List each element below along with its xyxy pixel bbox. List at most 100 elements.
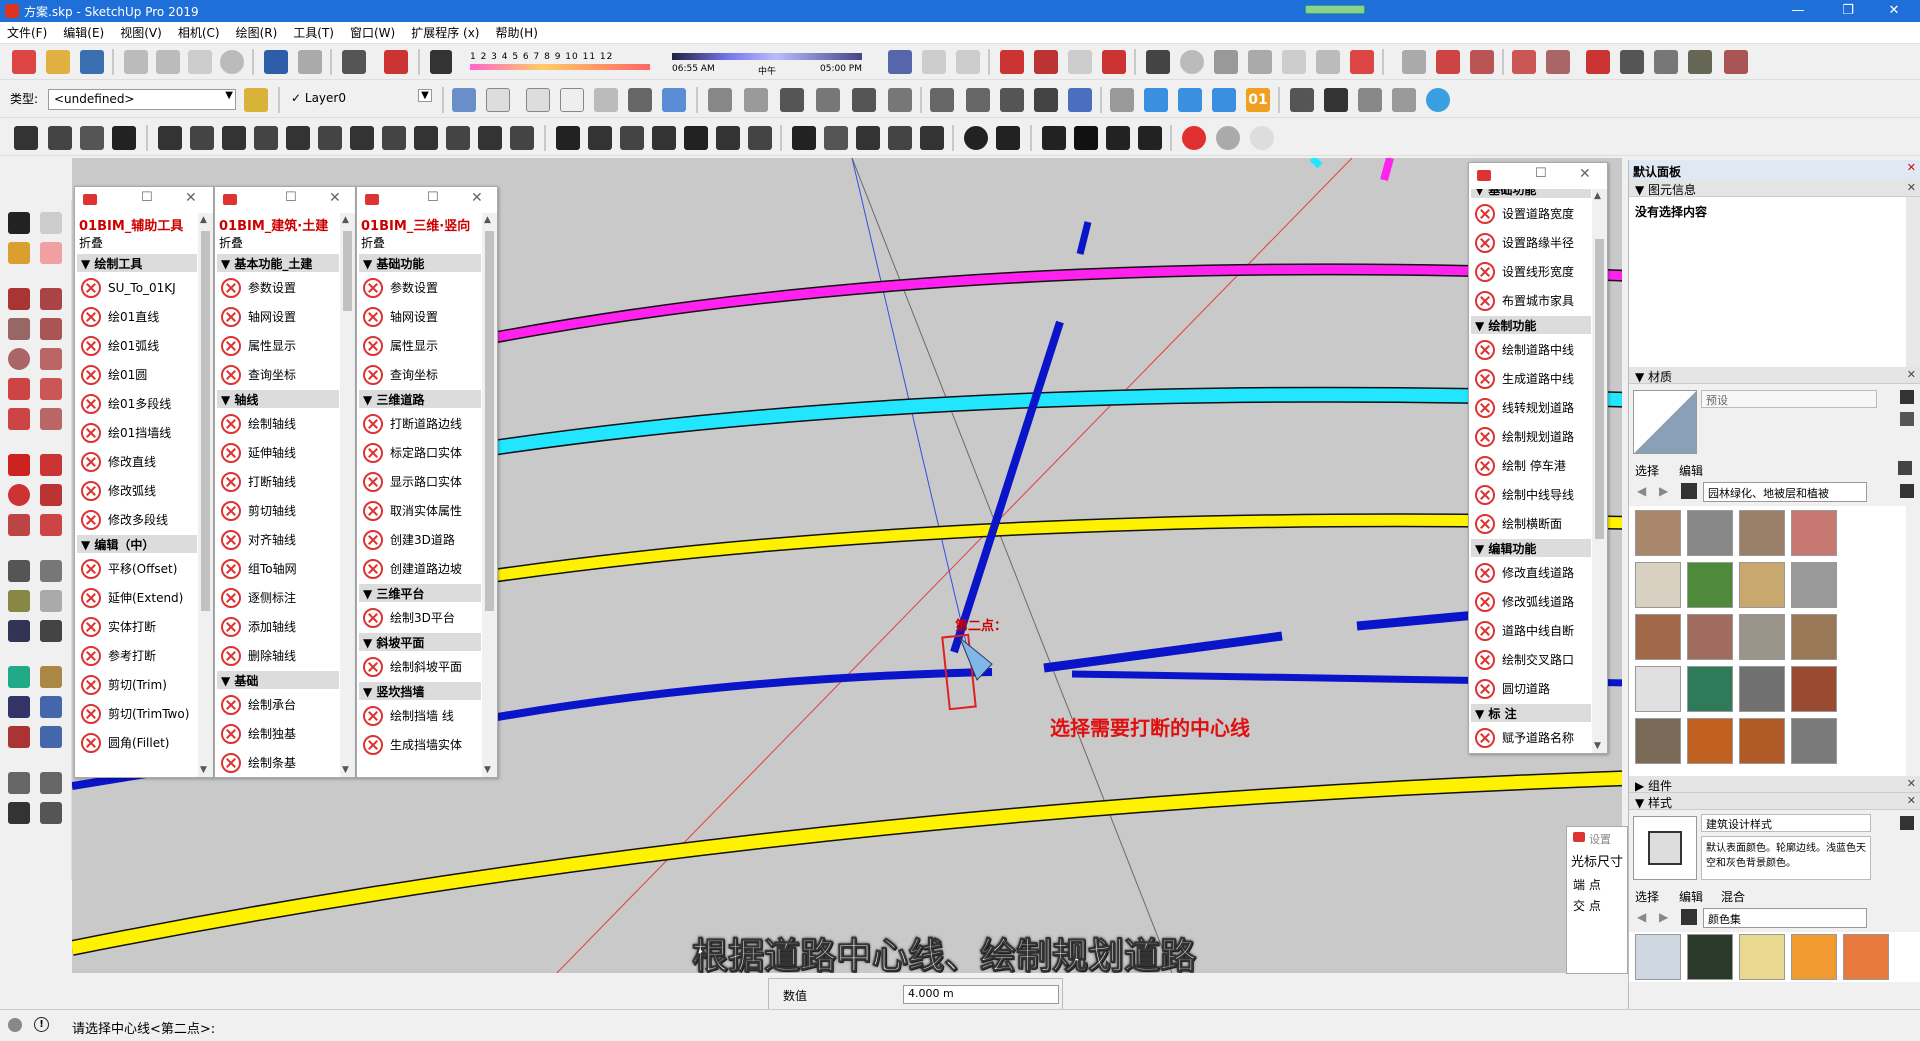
tool-button[interactable]: 参数设置 [215, 273, 355, 302]
extension-warehouse-icon[interactable] [1034, 50, 1058, 74]
section-plane-icon[interactable] [930, 88, 954, 112]
freehand-icon[interactable] [40, 288, 62, 310]
entity-info-close[interactable]: ✕ [1907, 181, 1916, 194]
section-header[interactable]: ▼ 轴线 [217, 390, 339, 408]
material-item[interactable] [1791, 718, 1837, 764]
tab-edit[interactable]: 编辑 [1679, 462, 1703, 479]
pushpull-icon[interactable] [40, 454, 62, 476]
sphere-icon[interactable] [964, 126, 988, 150]
tool-button[interactable]: 查询坐标 [357, 360, 497, 389]
axes-tool-icon[interactable] [8, 620, 30, 642]
cloud-icon[interactable] [1358, 88, 1382, 112]
front-view-icon[interactable] [780, 88, 804, 112]
erase-icon[interactable] [220, 50, 244, 74]
xray-icon[interactable] [452, 88, 476, 112]
sandbox-icon[interactable] [1248, 50, 1272, 74]
monochrome-icon[interactable] [662, 88, 686, 112]
tool-button[interactable]: 设置路缘半径 [1469, 228, 1607, 257]
styles-close[interactable]: ✕ [1907, 794, 1916, 807]
section-header[interactable]: ▼ 基本功能_土建 [217, 254, 339, 272]
delete-icon[interactable] [1350, 50, 1374, 74]
shaded-textures-icon[interactable] [628, 88, 652, 112]
material-action-icon[interactable] [1900, 390, 1914, 404]
material-item[interactable] [1687, 718, 1733, 764]
panel-scrollbar[interactable]: ▲ ▼ [482, 213, 497, 777]
spiral-icon[interactable] [652, 126, 676, 150]
tool-button[interactable]: 延伸轴线 [215, 438, 355, 467]
offset-tool-icon[interactable] [158, 126, 182, 150]
style-back-icon[interactable]: ◀ [1637, 910, 1646, 924]
bar-tool-icon[interactable] [382, 126, 406, 150]
tool-button[interactable]: 取消实体属性 [357, 496, 497, 525]
send-icon[interactable] [1282, 50, 1306, 74]
mirror-icon[interactable] [792, 126, 816, 150]
chain-tool-icon[interactable] [350, 126, 374, 150]
material-item[interactable] [1635, 666, 1681, 712]
menu-window[interactable]: 窗口(W) [350, 24, 395, 41]
style-item[interactable] [1687, 934, 1733, 980]
eraser-icon[interactable] [40, 242, 62, 264]
plugin-e-icon[interactable] [1586, 50, 1610, 74]
tool-button[interactable]: 绘01弧线 [75, 331, 213, 360]
tool-button[interactable]: SU_To_01KJ [75, 273, 213, 302]
tool-button[interactable]: 线转规划道路 [1469, 393, 1607, 422]
hidden-line-icon[interactable] [560, 88, 584, 112]
back-view-icon[interactable] [852, 88, 876, 112]
polygon-icon[interactable] [40, 348, 62, 370]
tool-button[interactable]: 逐侧标注 [215, 583, 355, 612]
style-collection-dropdown[interactable]: 颜色集 [1703, 908, 1867, 928]
checkbox-icon[interactable] [1074, 126, 1098, 150]
tool-button[interactable]: 修改直线道路 [1469, 558, 1607, 587]
road-arc-icon[interactable] [556, 126, 580, 150]
tool-button[interactable]: 显示路口实体 [357, 467, 497, 496]
material-item[interactable] [1635, 718, 1681, 764]
maximize-button[interactable]: ❐ [1826, 0, 1870, 22]
circle-icon[interactable] [8, 348, 30, 370]
slope-icon[interactable] [80, 126, 104, 150]
tool-button[interactable]: 绘01多段线 [75, 389, 213, 418]
plugin-b-icon[interactable] [1470, 50, 1494, 74]
dimension-icon[interactable] [40, 560, 62, 582]
tape-icon[interactable] [8, 560, 30, 582]
menu-extensions[interactable]: 扩展程序 (x) [411, 24, 479, 41]
orbit-tool-icon[interactable] [8, 666, 30, 688]
tool-button[interactable]: 修改多段线 [75, 505, 213, 534]
tag-icon[interactable] [922, 50, 946, 74]
split-tool-icon[interactable] [510, 126, 534, 150]
move-icon[interactable] [8, 454, 30, 476]
tool-button[interactable]: 圆角(Fillet) [75, 728, 213, 757]
menu-edit[interactable]: 编辑(E) [63, 24, 104, 41]
zoom-icon[interactable] [8, 696, 30, 718]
section-header[interactable]: ▼ 基础功能 [359, 254, 481, 272]
material-item[interactable] [1687, 614, 1733, 660]
tool-button[interactable]: 绘01圆 [75, 360, 213, 389]
material-scrollbar[interactable] [1906, 506, 1920, 776]
array-icon[interactable] [824, 126, 848, 150]
offset-icon[interactable] [40, 514, 62, 536]
plugin-d-icon[interactable] [1546, 50, 1570, 74]
solid-union-icon[interactable] [1178, 88, 1202, 112]
menu-draw[interactable]: 绘图(R) [236, 24, 278, 41]
text-icon[interactable] [40, 590, 62, 612]
followme-icon[interactable] [40, 484, 62, 506]
fold-toggle[interactable]: 折叠 [75, 233, 213, 253]
material-item[interactable] [1687, 510, 1733, 556]
table-icon[interactable] [1042, 126, 1066, 150]
fold-toggle[interactable]: 折叠 [215, 233, 355, 253]
shaded-icon[interactable] [594, 88, 618, 112]
tray-close[interactable]: ✕ [1907, 161, 1916, 174]
layer-dropdown[interactable]: ✓ Layer0 ▼ [286, 89, 434, 110]
protractor-icon[interactable] [8, 590, 30, 612]
layers-tool-icon[interactable] [446, 126, 470, 150]
camera-icon[interactable] [1146, 50, 1170, 74]
tool-button[interactable]: 创建3D道路 [357, 525, 497, 554]
pie-icon[interactable] [40, 408, 62, 430]
open-icon[interactable] [46, 50, 70, 74]
type-dropdown[interactable]: <undefined> ▼ [48, 89, 236, 110]
menu-camera[interactable]: 相机(C) [178, 24, 220, 41]
material-sample-icon[interactable] [1900, 412, 1914, 426]
material-name-field[interactable]: 预设 [1701, 390, 1877, 408]
back-edges-icon[interactable] [486, 88, 510, 112]
position-camera-icon[interactable] [8, 772, 30, 794]
style-update-icon[interactable] [1900, 816, 1914, 830]
